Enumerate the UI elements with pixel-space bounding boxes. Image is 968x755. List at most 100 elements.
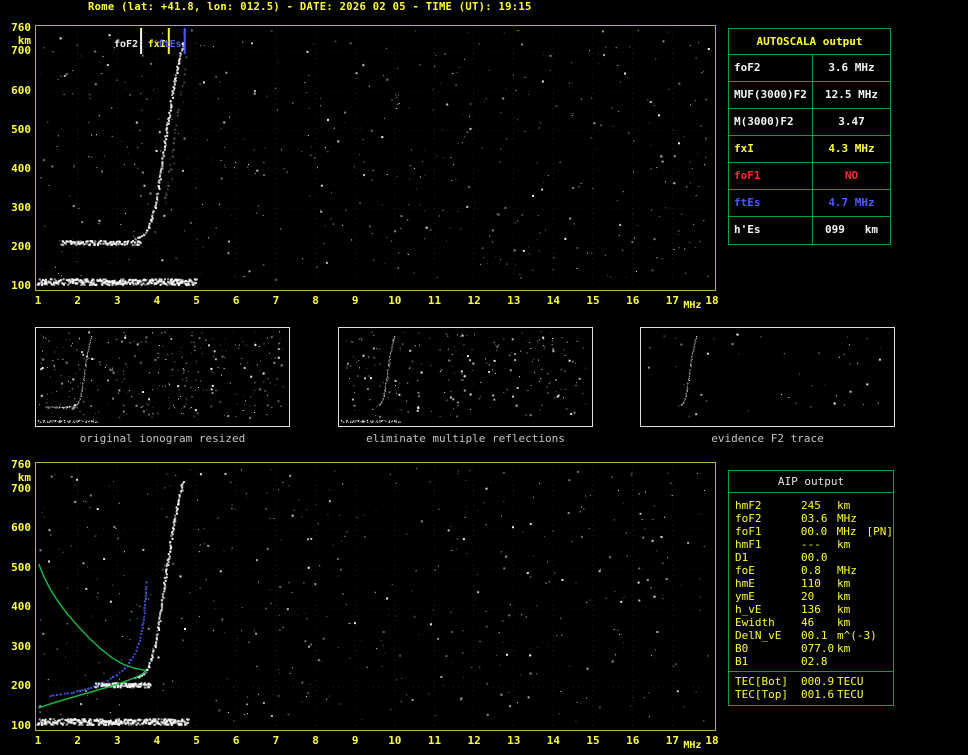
aip-param-unit: km [837,538,851,551]
aip-param-value: 00.0 [800,525,828,538]
aip-param-label: DelN_vE [735,629,782,642]
aip-param-unit: MHz [837,512,857,525]
aip-param-label: h_vE [735,603,762,616]
y-axis-unit: km [17,471,31,484]
aip-row-fof2: foF2 03.6 MHz [735,512,893,525]
x-tick-label: 14 [546,734,561,747]
y-axis-unit: km [17,34,31,47]
autoscala-param-value: 3.6 MHz [828,61,875,74]
y-tick-label: 760 [11,458,31,471]
aip-param-value: 20 [801,590,815,603]
profile-ionogram-panel [35,462,716,731]
aip-param-unit: km [837,642,851,655]
aip-param-value: 46 [801,616,815,629]
autoscala-row-fof1: foF1 NO [729,163,890,190]
y-tick-label: 500 [11,560,31,574]
aip-param-value: 00.1 [801,629,828,642]
y-tick-label: 200 [11,239,31,253]
x-tick-label: 7 [272,294,280,307]
aip-param-flag: [PN] [866,525,894,538]
autoscala-row-h'es: h'Es 099 km [729,217,890,244]
aip-param-unit: MHz [837,564,857,577]
thumbnail-plot-original [37,331,284,423]
thumbnail-caption-original: original ionogram resized [79,432,246,445]
aip-param-unit: km [837,577,851,590]
x-tick-label: 5 [193,294,200,307]
thumbnail-caption-cleaned: eliminate multiple reflections [366,432,565,445]
autoscala-param-value: 12.5 MHz [825,88,878,101]
marker-line-ftes [183,28,186,54]
autoscala-param-label: h'Es [729,217,813,244]
aip-param-label: B0 [735,642,749,655]
x-tick-label: 15 [586,294,600,307]
autoscala-param-label: fxI [729,136,813,162]
aip-row-d1: D1 00.0 [735,551,893,564]
autoscala-table-body: foF2 3.6 MHz MUF(3000)F2 12.5 MHz M(3000)F2 3… [729,55,890,244]
aip-row-fof1: foF1 00.0 MHz [PN] [735,525,893,538]
y-tick-label: 700 [11,481,31,495]
y-tick-label: 760 [11,21,31,34]
aip-row-hmf2: hmF2 245 km [735,499,893,512]
x-tick-label: 2 [74,294,81,307]
aip-param-value: --- [801,538,821,551]
aip-param-unit: TECU [837,688,864,701]
x-tick-label: 15 [586,734,600,747]
aip-param-label: TEC[Bot] [735,675,788,688]
autoscala-param-label: foF1 [729,163,813,189]
aip-param-label: ymE [735,590,755,603]
x-tick-label: 10 [388,294,402,307]
main-ionogram-plot: foF2 fxIftEs [36,28,712,288]
autoscala-row-muf(3000)f2: MUF(3000)F2 12.5 MHz [729,82,890,109]
aip-param-unit: MHz [836,525,857,538]
aip-param-value: 03.6 [801,512,828,525]
autoscala-output-table: AUTOSCALA output foF2 3.6 MHz MUF(3000)F2 1… [728,28,891,245]
aip-row-hmf1: hmF1 --- km [735,538,893,551]
autoscala-table-header: AUTOSCALA output [729,29,890,55]
autoscala-param-label: ftEs [729,190,813,216]
x-tick-label: 13 [507,294,521,307]
autoscala-param-value: 4.3 MHz [828,142,875,155]
x-tick-label: 17 [665,734,679,747]
autoscala-param-value: NO [844,169,859,182]
x-tick-label: 11 [427,294,442,307]
aip-row-tec[top]: TEC[Top] 001.6 TECU [735,688,893,701]
thumbnail-plot-f2-trace [647,332,889,418]
x-tick-label: 8 [312,734,319,747]
x-tick-label: 16 [626,734,640,747]
aip-row-h_ve: h_vE 136 km [735,603,893,616]
profile-ionogram-plot [36,465,712,728]
aip-row-hme: hmE 110 km [735,577,893,590]
aip-param-unit: km [837,499,851,512]
autoscala-param-label: foF2 [729,55,813,81]
x-tick-label: 4 [153,734,161,747]
aip-param-label: hmF2 [735,499,762,512]
y-tick-label: 400 [11,600,31,614]
autoscala-param-value: 099 km [825,223,878,236]
y-tick-label: 700 [11,44,31,58]
autoscala-window: Rome (lat: +41.8, lon: 012.5) - DATE: 20… [0,0,968,755]
y-tick-label: 100 [11,279,31,292]
x-tick-label: 9 [351,734,359,747]
aip-row-deln_ve: DelN_vE 00.1 m^(-3) [735,629,893,642]
aip-param-unit: km [837,590,851,603]
autoscala-row-fxi: fxI 4.3 MHz [729,136,890,163]
marker-label-ftes: ftEs [158,39,182,50]
aip-output-table: AIP output hmF2 245 km foF2 03.6 MHz foF1 00.0 M… [728,470,894,706]
thumbnail-original-ionogram [35,327,290,427]
x-tick-label: 6 [232,734,240,747]
x-tick-label: 13 [507,734,521,747]
aip-param-label: hmF1 [735,538,762,551]
autoscala-param-label: M(3000)F2 [729,109,813,135]
x-tick-label: 16 [626,294,640,307]
aip-param-value: 000.9 [801,675,835,688]
y-tick-label: 600 [11,83,31,97]
x-tick-label: 2 [74,734,81,747]
aip-param-label: D1 [735,551,749,564]
x-tick-label: 7 [272,734,280,747]
thumbnail-multiple-reflections-removed [338,327,593,427]
marker-line-fof2 [140,28,143,54]
aip-param-label: B1 [735,655,749,668]
aip-table-body: hmF2 245 km foF2 03.6 MHz foF1 00.0 MHz [PN] hmF1 -… [729,493,893,705]
x-tick-label: 4 [153,294,161,307]
aip-param-value: 02.8 [801,655,828,668]
